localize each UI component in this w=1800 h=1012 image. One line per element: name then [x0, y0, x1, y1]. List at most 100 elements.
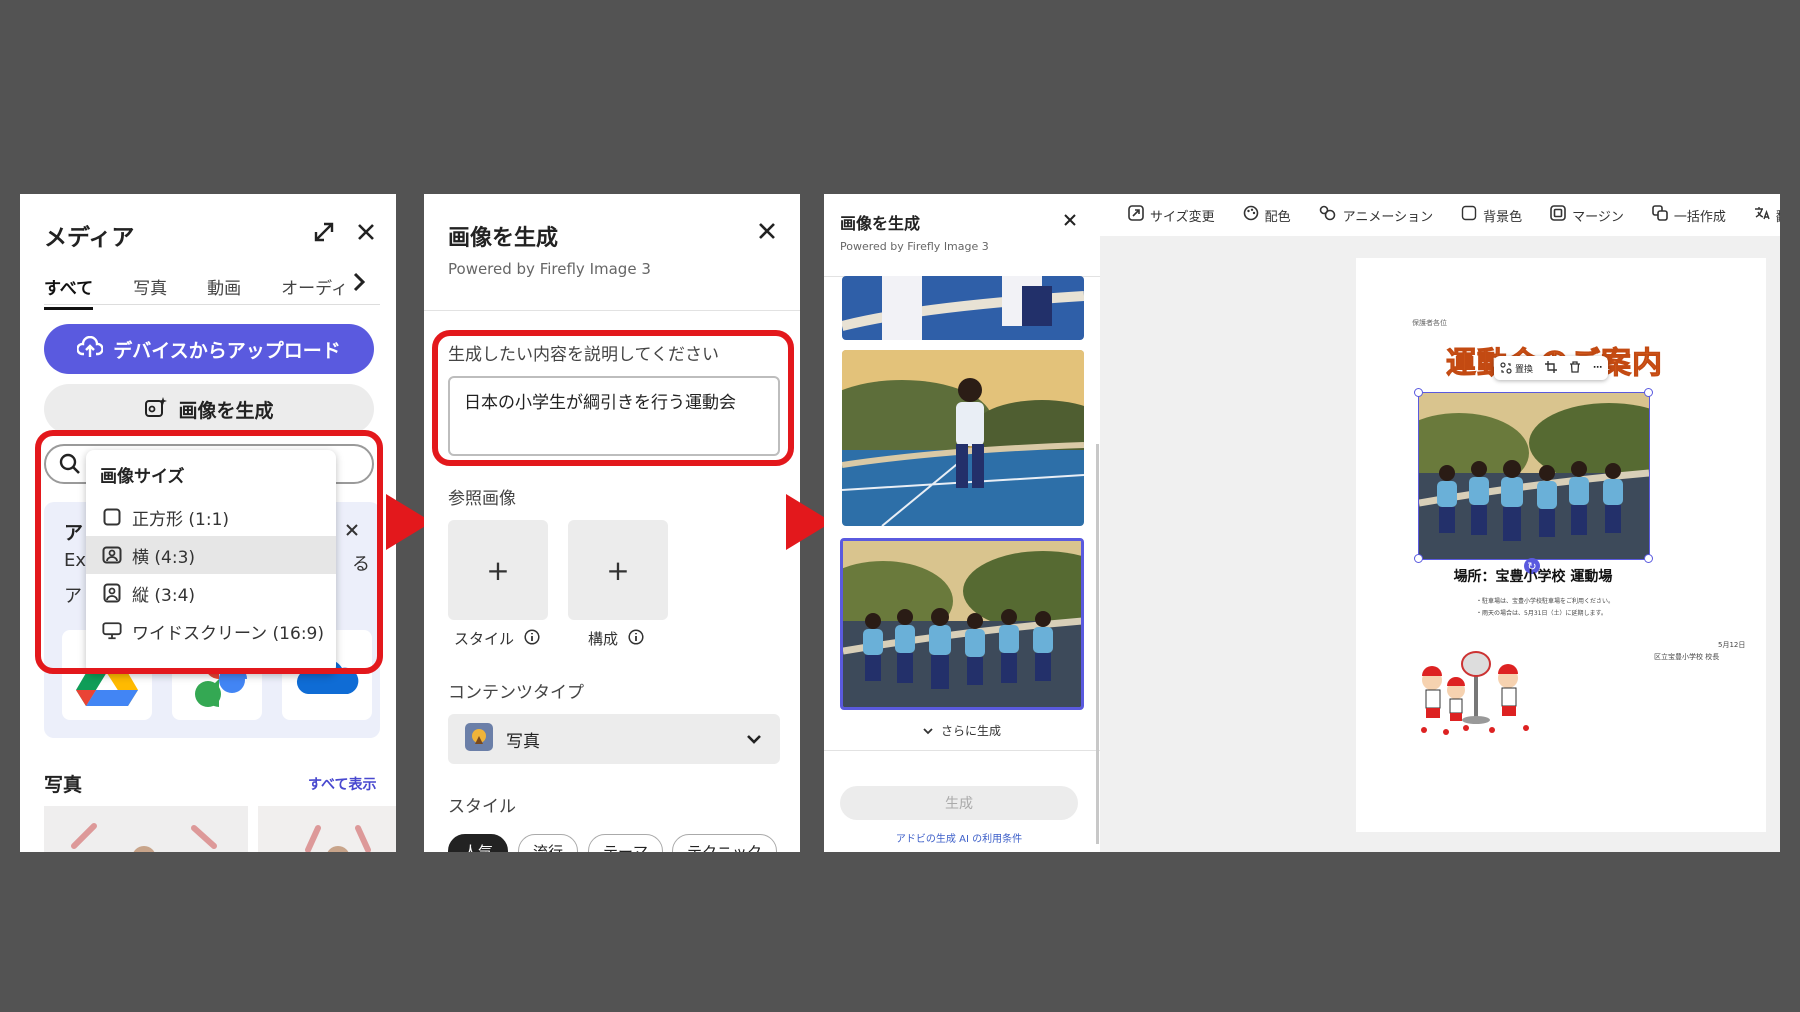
- generate-results-panel: 画像を生成 Powered by Firefly Image 3 さらに生成 生…: [824, 194, 1100, 852]
- upload-label: デバイスからアップロード: [113, 339, 341, 362]
- search-icon: [58, 452, 82, 480]
- terms-link[interactable]: アドビの生成 AI の利用条件: [824, 830, 1094, 845]
- generate-more-label: さらに生成: [940, 724, 1001, 738]
- results-panel-title: 画像を生成: [840, 214, 921, 233]
- prompt-textarea[interactable]: 日本の小学生が綱引きを行う運動会: [448, 376, 780, 456]
- plus-icon: +: [606, 553, 630, 587]
- doc-header-small: 保護者各位: [1412, 319, 1447, 327]
- style-chip-technique[interactable]: テクニック: [672, 834, 778, 852]
- resize-tool[interactable]: サイズ変更: [1128, 205, 1215, 225]
- more-options-icon[interactable]: ⋯: [1593, 363, 1602, 373]
- generated-image-2[interactable]: [842, 350, 1084, 526]
- size-option-portrait[interactable]: 縦 (3:4): [86, 574, 336, 612]
- margin-tool[interactable]: マージン: [1550, 205, 1624, 225]
- size-option-landscape[interactable]: 横 (4:3): [86, 536, 336, 574]
- size-option-label: 縦 (3:4): [132, 585, 196, 606]
- style-ref-label: スタイル: [454, 630, 515, 648]
- resize-handle[interactable]: [1644, 554, 1653, 563]
- scrollbar[interactable]: [1096, 444, 1099, 844]
- square-icon: [102, 507, 122, 527]
- margin-label: マージン: [1572, 209, 1624, 225]
- photo-type-icon: [464, 722, 494, 757]
- show-all-link[interactable]: すべて表示: [308, 774, 376, 794]
- doc-note: ・駐車場は、宝豊小学校駐車場をご利用ください。: [1476, 598, 1615, 605]
- content-type-heading: コンテンツタイプ: [448, 683, 584, 703]
- kids-ball-toss-illustration: [1421, 651, 1529, 735]
- doc-notes: ・駐車場は、宝豊小学校駐車場をご利用ください。 ・雨天の場合は、5月31日（土）…: [1476, 596, 1614, 620]
- style-chip-trend[interactable]: 流行: [518, 834, 579, 852]
- size-option-label: 横 (4:3): [132, 547, 196, 568]
- image-sparkle-icon: [144, 396, 168, 423]
- editor-toolbar: サイズ変更 配色 アニメーション 背景色 マージン 一括作成 翻: [1100, 194, 1780, 236]
- background-swatch-icon: [1461, 205, 1477, 225]
- resize-handle[interactable]: [1414, 554, 1423, 563]
- reference-heading: 参照画像: [448, 489, 516, 509]
- chevron-down-icon: [746, 729, 762, 749]
- doc-venue: 場所：宝豊小学校 運動場: [1453, 569, 1613, 585]
- translate-label: 翻: [1776, 206, 1780, 225]
- close-icon[interactable]: [1060, 210, 1080, 230]
- style-chip-theme[interactable]: テーマ: [588, 834, 664, 852]
- info-icon[interactable]: [628, 628, 644, 649]
- landscape-portrait-icon: [102, 545, 122, 565]
- trash-icon[interactable]: [1569, 360, 1581, 376]
- background-color-tool[interactable]: 背景色: [1461, 205, 1522, 225]
- composition-ref-label: 構成: [588, 630, 619, 648]
- translate-tool[interactable]: 翻: [1754, 206, 1780, 225]
- replace-image-button[interactable]: 置換: [1500, 362, 1533, 375]
- resize-handle[interactable]: [1414, 388, 1423, 397]
- animation-icon: [1319, 205, 1337, 225]
- animation-tool[interactable]: アニメーション: [1319, 205, 1433, 225]
- plus-icon: +: [486, 553, 510, 587]
- close-icon[interactable]: [352, 218, 380, 246]
- size-option-square[interactable]: 正方形 (1:1): [86, 498, 336, 536]
- chevron-down-icon: [923, 724, 933, 738]
- selected-photo[interactable]: [1418, 392, 1650, 560]
- style-reference-add-button[interactable]: +: [448, 520, 548, 620]
- close-icon[interactable]: [754, 218, 780, 244]
- doc-note: ・雨天の場合は、5月31日（土）に延期します。: [1476, 610, 1607, 617]
- photos-heading: 写真: [44, 774, 83, 796]
- translate-icon: [1754, 206, 1770, 224]
- size-option-widescreen[interactable]: ワイドスクリーン (16:9): [86, 612, 336, 650]
- dropdown-title: 画像サイズ: [100, 467, 185, 487]
- palette-icon: [1243, 205, 1259, 225]
- resize-icon: [1128, 205, 1144, 225]
- composition-ref-caption: 構成: [588, 628, 644, 649]
- document-page[interactable]: 保護者各位 運動会のご案内 置換 ⋯ ↻ 場所：宝豊小学校 運動場 ・駐車場は、…: [1356, 258, 1766, 832]
- composition-reference-add-button[interactable]: +: [568, 520, 668, 620]
- powered-by-text: Powered by Firefly Image 3: [448, 260, 651, 278]
- style-ref-caption: スタイル: [454, 628, 540, 649]
- background-color-label: 背景色: [1483, 209, 1523, 225]
- media-panel: メディア すべて 写真 動画 オーディ デバイスからアップロード 画像を生成 ア…: [20, 194, 396, 852]
- content-type-value: 写真: [506, 731, 540, 752]
- header-divider: [424, 310, 800, 311]
- doc-date: 5月12日: [1718, 641, 1746, 649]
- resize-handle[interactable]: [1644, 388, 1653, 397]
- info-icon[interactable]: [524, 628, 540, 649]
- photo-thumbnail[interactable]: [44, 806, 248, 852]
- color-scheme-tool[interactable]: 配色: [1243, 205, 1291, 225]
- promo-close-icon[interactable]: [342, 520, 362, 540]
- content-type-select[interactable]: 写真: [448, 714, 780, 764]
- prompt-label: 生成したい内容を説明してください: [448, 345, 719, 365]
- powered-by-text: Powered by Firefly Image 3: [840, 240, 989, 253]
- crop-icon[interactable]: [1544, 360, 1557, 376]
- portrait-icon: [102, 583, 122, 603]
- promo-text-3: ア: [64, 586, 82, 607]
- margin-icon: [1550, 205, 1566, 225]
- replace-icon: [1500, 362, 1512, 374]
- expand-icon[interactable]: [310, 218, 338, 246]
- generated-image-1[interactable]: [842, 276, 1084, 340]
- generated-image-3-selected[interactable]: [840, 538, 1084, 710]
- promo-text-1: ア: [64, 522, 84, 544]
- generate-button[interactable]: 生成: [840, 786, 1078, 820]
- upload-from-device-button[interactable]: デバイスからアップロード: [44, 324, 374, 374]
- style-chip-popular[interactable]: 人気: [448, 834, 509, 852]
- bulk-create-tool[interactable]: 一括作成: [1652, 205, 1726, 225]
- editor-canvas-area: サイズ変更 配色 アニメーション 背景色 マージン 一括作成 翻 保護者各位: [1100, 194, 1780, 852]
- photo-thumbnail[interactable]: [258, 806, 396, 852]
- footer-divider: [824, 750, 1100, 751]
- generate-image-button[interactable]: 画像を生成: [44, 384, 374, 434]
- generate-more-button[interactable]: さらに生成: [824, 722, 1100, 739]
